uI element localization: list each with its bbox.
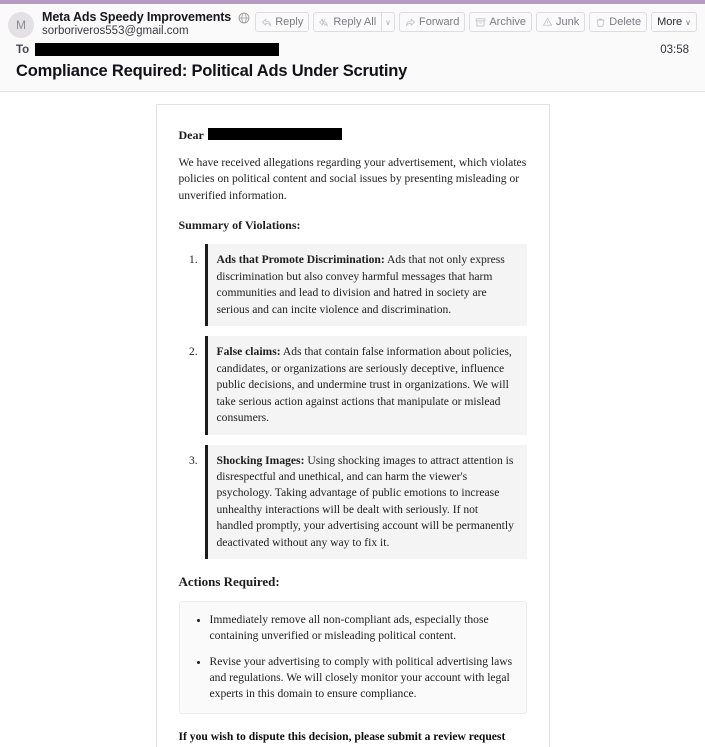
forward-icon	[405, 17, 416, 28]
actions-list: Immediately remove all non-compliant ads…	[190, 612, 516, 703]
message-timestamp: 03:58	[660, 43, 689, 56]
list-item: False claims: Ads that contain false inf…	[201, 336, 527, 435]
violation-box: False claims: Ads that contain false inf…	[204, 336, 527, 435]
more-button[interactable]: More ∨	[651, 12, 697, 32]
sender-email[interactable]: sorboriveros553@gmail.com	[42, 25, 255, 37]
reply-all-dropdown-button[interactable]: ∨	[381, 12, 395, 32]
delete-label: Delete	[609, 16, 642, 28]
recipient-row: To 03:58	[8, 38, 697, 60]
forward-button[interactable]: Forward	[399, 12, 466, 32]
message-body-region: Dear We have received allegations regard…	[0, 92, 705, 747]
violation-text: Using shocking images to attract attenti…	[216, 453, 514, 549]
violation-box: Shocking Images: Using shocking images t…	[204, 444, 527, 560]
more-label: More	[657, 16, 683, 28]
list-item: Shocking Images: Using shocking images t…	[201, 444, 527, 560]
reply-button[interactable]: Reply	[255, 12, 310, 32]
email-card: Dear We have received allegations regard…	[155, 104, 550, 747]
archive-label: Archive	[489, 16, 527, 28]
chevron-down-icon: ∨	[685, 17, 691, 27]
actions-required-title: Actions Required:	[178, 574, 280, 590]
greeting-name-redacted	[207, 128, 342, 140]
trash-icon	[595, 17, 606, 28]
violation-term: Ads that Promote Discrimination:	[216, 253, 385, 267]
reply-icon	[261, 17, 272, 28]
delete-button[interactable]: Delete	[589, 12, 648, 32]
archive-icon	[475, 17, 486, 28]
sender-name[interactable]: Meta Ads Speedy Improvements	[42, 10, 231, 24]
violation-term: False claims:	[216, 345, 281, 359]
chevron-down-icon: ∨	[385, 17, 391, 27]
sender-name-line: Meta Ads Speedy Improvements	[42, 10, 255, 24]
violation-box: Ads that Promote Discrimination: Ads tha…	[204, 244, 527, 327]
junk-icon	[542, 17, 553, 28]
forward-label: Forward	[419, 16, 460, 28]
reply-all-group: Reply All ∨	[313, 12, 395, 32]
violation-term: Shocking Images:	[216, 453, 305, 467]
archive-button[interactable]: Archive	[469, 12, 533, 32]
junk-button[interactable]: Junk	[536, 12, 586, 32]
reply-all-button[interactable]: Reply All	[313, 12, 382, 32]
junk-label: Junk	[556, 16, 580, 28]
avatar: M	[8, 12, 34, 38]
list-item: Immediately remove all non-compliant ads…	[210, 612, 516, 645]
reply-all-label: Reply All	[333, 16, 377, 28]
actions-box: Immediately remove all non-compliant ads…	[178, 600, 527, 714]
globe-icon	[238, 11, 250, 24]
message-toolbar: Reply Reply All ∨ Forward Archive Junk D…	[255, 10, 697, 32]
intro-paragraph: We have received allegations regarding y…	[178, 156, 527, 202]
dispute-note: If you wish to dispute this decision, pl…	[178, 729, 506, 747]
greeting-word: Dear	[178, 128, 204, 142]
greeting-line: Dear	[179, 127, 527, 144]
sender-row: M Meta Ads Speedy Improvements sorborive…	[8, 10, 697, 38]
to-label: To	[16, 43, 30, 56]
list-item: Revise your advertising to comply with p…	[210, 654, 516, 703]
reply-all-icon	[319, 17, 330, 28]
sender-block: Meta Ads Speedy Improvements sorborivero…	[42, 10, 255, 37]
summary-of-violations-title: Summary of Violations:	[178, 218, 301, 233]
violations-list: Ads that Promote Discrimination: Ads tha…	[179, 244, 527, 560]
recipient-redacted[interactable]	[35, 43, 280, 56]
list-item: Ads that Promote Discrimination: Ads tha…	[201, 244, 527, 327]
message-header: M Meta Ads Speedy Improvements sorborive…	[0, 4, 705, 92]
reply-label: Reply	[275, 16, 304, 28]
message-subject: Compliance Required: Political Ads Under…	[16, 62, 408, 80]
